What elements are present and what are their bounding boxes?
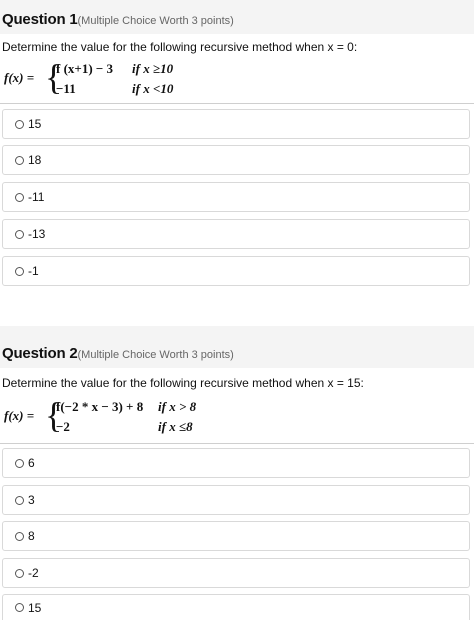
radio-button-icon[interactable] [15,119,24,129]
formula-case-1: f(−2 * x − 3) + 8 [56,399,144,414]
question-1-prompt: Determine the value for the following re… [2,40,358,54]
question-1-formula: f(x) = { f (x+1) − 3 if x ≥10 −11 if x <… [0,57,192,99]
option-label: -13 [28,227,46,241]
radio-button-icon[interactable] [15,568,24,578]
radio-button-icon[interactable] [15,531,24,541]
question-1-worth: (Multiple Choice Worth 3 points) [77,15,234,27]
question-2-worth: (Multiple Choice Worth 3 points) [77,349,234,361]
option-label: 18 [28,153,42,167]
radio-button-icon[interactable] [15,155,24,165]
radio-button-icon[interactable] [15,229,24,239]
radio-button-icon[interactable] [15,266,24,276]
question-2-header: Question 2(Multiple Choice Worth 3 point… [0,334,474,368]
question-2-option[interactable]: 6 [2,448,470,478]
formula-case-2: −11 [56,81,76,96]
radio-button-icon[interactable] [15,603,24,612]
divider [0,443,474,444]
formula-lhs: f(x) = [4,408,35,423]
question-1-title: Question 1 [2,11,78,28]
question-1-option[interactable]: -13 [2,219,470,249]
question-2-option[interactable]: -2 [2,558,470,588]
divider [0,103,474,104]
question-1-option[interactable]: 15 [2,109,470,139]
formula-lhs: f(x) = [4,70,35,85]
option-label: 6 [28,456,35,470]
formula-condition-1: if x ≥10 [132,61,174,76]
formula-condition-1: if x > 8 [158,399,197,414]
formula-condition-2: if x ≤8 [158,419,193,434]
radio-button-icon[interactable] [15,192,24,202]
option-label: -11 [28,190,45,204]
radio-button-icon[interactable] [15,495,24,505]
formula-condition-2: if x <10 [132,81,174,96]
option-label: 15 [28,600,42,615]
option-label: 3 [28,493,35,507]
question-2-prompt: Determine the value for the following re… [2,376,364,390]
option-label: -2 [28,566,39,580]
formula-case-1: f (x+1) − 3 [56,61,114,76]
question-1-option[interactable]: -11 [2,182,470,212]
question-1-option[interactable]: -1 [2,256,470,286]
question-2-option[interactable]: 3 [2,485,470,515]
question-2-option[interactable]: 15 [2,594,470,620]
radio-button-icon[interactable] [15,458,24,468]
question-2-title: Question 2 [2,345,78,362]
formula-case-2: −2 [56,419,70,434]
question-1-header: Question 1(Multiple Choice Worth 3 point… [0,0,474,34]
question-separator [0,326,474,334]
question-2-option[interactable]: 8 [2,521,470,551]
question-2-formula: f(x) = { f(−2 * x − 3) + 8 if x > 8 −2 i… [0,394,208,438]
question-1-option[interactable]: 18 [2,145,470,175]
option-label: 8 [28,529,35,543]
option-label: 15 [28,117,42,131]
option-label: -1 [28,264,39,278]
